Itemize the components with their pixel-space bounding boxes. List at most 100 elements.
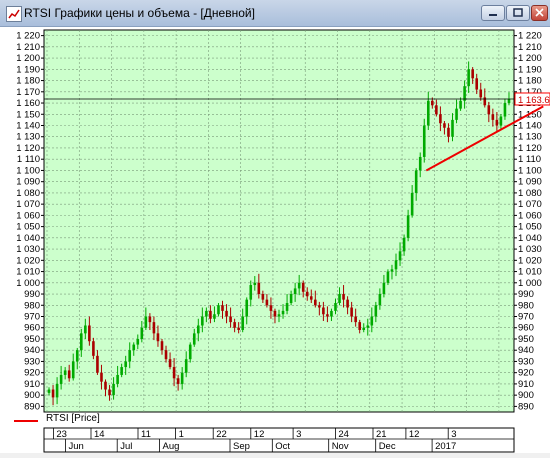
candle-body bbox=[410, 192, 414, 216]
candle-body bbox=[414, 170, 418, 193]
close-button[interactable] bbox=[531, 5, 548, 21]
candle-body bbox=[451, 119, 454, 137]
candle-body bbox=[108, 389, 111, 396]
y-tick-label-right: 1 090 bbox=[518, 177, 542, 188]
minimize-button[interactable] bbox=[481, 5, 505, 21]
y-tick-label-left: 1 050 bbox=[16, 222, 40, 233]
x-month-label: Dec bbox=[379, 441, 396, 452]
y-tick-label-left: 1 060 bbox=[16, 210, 40, 221]
candle-body bbox=[471, 69, 474, 79]
y-tick-label-right: 1 200 bbox=[518, 53, 542, 64]
candle-body bbox=[84, 325, 87, 334]
y-tick-label-right: 990 bbox=[518, 289, 534, 300]
candle-body bbox=[499, 116, 503, 126]
candle-body bbox=[152, 322, 156, 334]
y-tick-label-left: 1 100 bbox=[16, 165, 40, 176]
y-tick-label-left: 1 020 bbox=[16, 255, 40, 266]
x-day-label: 3 bbox=[296, 429, 301, 440]
y-tick-label-right: 980 bbox=[518, 300, 534, 311]
candle-body bbox=[269, 305, 273, 311]
plot-area bbox=[43, 29, 515, 413]
y-tick-label-right: 1 010 bbox=[518, 267, 542, 278]
candle-body bbox=[88, 325, 91, 342]
chart-area[interactable]: 890 890 900 900 910 910 920 920 930 930 940 940 950 9… bbox=[0, 27, 550, 453]
candle-body bbox=[439, 114, 442, 124]
candle-body bbox=[338, 294, 341, 304]
x-month-label: 2017 bbox=[435, 441, 456, 452]
y-tick-label-left: 990 bbox=[24, 289, 40, 300]
price-chart[interactable]: 890 890900 900910 910920 920930 930940 940950 9… bbox=[0, 27, 550, 453]
candle-body bbox=[366, 325, 370, 328]
candle-body bbox=[289, 294, 293, 304]
x-day-label: 21 bbox=[376, 429, 387, 440]
x-month-label: Jun bbox=[69, 441, 84, 452]
candle-body bbox=[406, 215, 410, 238]
candle-body bbox=[168, 359, 172, 368]
candle-body bbox=[261, 294, 265, 300]
candle-body bbox=[225, 310, 228, 317]
candle-body bbox=[314, 299, 317, 306]
candle-body bbox=[112, 383, 115, 396]
candle-body bbox=[249, 285, 253, 300]
y-tick-label-left: 1 010 bbox=[16, 267, 40, 278]
candle-body bbox=[188, 344, 192, 360]
chart-app-icon bbox=[6, 6, 22, 22]
candle-body bbox=[217, 305, 220, 315]
candle-body bbox=[418, 156, 422, 171]
candle-body bbox=[370, 316, 374, 326]
candle-body bbox=[354, 316, 357, 323]
y-tick-label-left: 1 030 bbox=[16, 244, 40, 255]
x-day-label: 11 bbox=[141, 429, 151, 440]
x-month-label: Sep bbox=[233, 441, 250, 452]
candle-body bbox=[285, 303, 289, 311]
candle-body bbox=[241, 316, 244, 330]
candle-body bbox=[382, 282, 386, 295]
y-tick-label-left: 1 120 bbox=[16, 143, 40, 154]
candle-body bbox=[197, 325, 200, 334]
y-tick-label-right: 1 190 bbox=[518, 64, 542, 75]
y-tick-label-right: 1 030 bbox=[518, 244, 542, 255]
maximize-button[interactable] bbox=[506, 5, 530, 21]
candle-body bbox=[237, 327, 240, 330]
candle-body bbox=[67, 370, 71, 379]
candle-body bbox=[265, 299, 269, 306]
y-tick-label-left: 1 000 bbox=[16, 278, 40, 289]
y-tick-label-left: 1 190 bbox=[16, 64, 40, 75]
candle-body bbox=[293, 288, 297, 295]
y-tick-label-right: 900 bbox=[518, 390, 534, 401]
y-tick-label-left: 1 080 bbox=[16, 188, 40, 199]
candle-body bbox=[205, 310, 208, 317]
candle-body bbox=[59, 374, 63, 384]
candle-body bbox=[309, 296, 313, 300]
candle-body bbox=[47, 389, 51, 393]
candle-body bbox=[487, 105, 491, 115]
candle-body bbox=[160, 341, 164, 351]
y-tick-label-left: 970 bbox=[24, 312, 40, 323]
y-tick-label-left: 1 210 bbox=[16, 42, 40, 53]
candle-body bbox=[495, 119, 499, 126]
y-tick-label-left: 1 220 bbox=[16, 31, 40, 42]
y-tick-label-left: 1 070 bbox=[16, 199, 40, 210]
y-tick-label-right: 940 bbox=[518, 345, 534, 356]
candle-body bbox=[350, 307, 353, 317]
y-tick-label-left: 930 bbox=[24, 356, 40, 367]
candle-body bbox=[378, 294, 382, 306]
candle-body bbox=[172, 367, 176, 379]
y-tick-label-right: 1 180 bbox=[518, 76, 542, 87]
y-tick-label-left: 940 bbox=[24, 345, 40, 356]
candle-body bbox=[273, 310, 277, 317]
y-tick-label-right: 1 140 bbox=[518, 121, 542, 132]
candle-body bbox=[148, 316, 152, 323]
candle-body bbox=[330, 310, 333, 317]
candle-body bbox=[128, 350, 132, 362]
x-day-label: 24 bbox=[338, 429, 349, 440]
chart-window: RTSI Графики цены и объема - [Дневной] 8… bbox=[0, 0, 550, 453]
candle-body bbox=[322, 307, 325, 315]
title-bar[interactable]: RTSI Графики цены и объема - [Дневной] bbox=[0, 0, 550, 27]
candle-body bbox=[124, 361, 127, 368]
candle-body bbox=[390, 269, 394, 272]
candle-body bbox=[201, 316, 204, 326]
y-tick-label-left: 1 170 bbox=[16, 87, 40, 98]
candle-body bbox=[301, 282, 305, 292]
y-tick-label-left: 1 110 bbox=[17, 154, 40, 165]
